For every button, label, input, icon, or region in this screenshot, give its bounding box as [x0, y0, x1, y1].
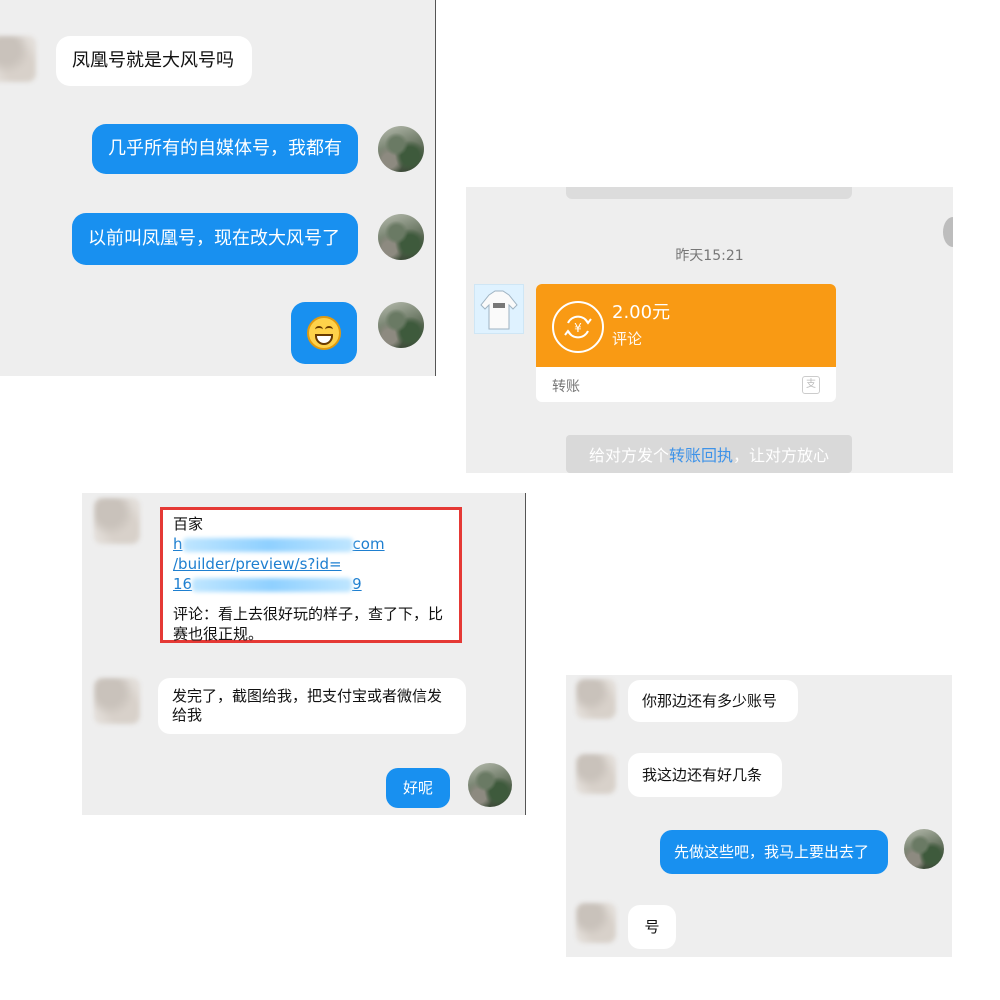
- avatar[interactable]: [378, 302, 424, 348]
- message-text: 凤凰号就是大风号吗: [72, 49, 234, 71]
- message-bubble: 号: [628, 905, 676, 949]
- tip-text: ，让对方放心: [733, 446, 830, 465]
- link-text: 9: [352, 575, 362, 593]
- timestamp: 昨天15:21: [675, 248, 744, 264]
- message-bubble: [291, 302, 357, 364]
- tip-text: 给对方发个: [588, 446, 669, 465]
- share-link-line[interactable]: 16 9: [173, 574, 449, 594]
- transfer-card-header: ¥ 2.00元 评论: [536, 284, 836, 367]
- chat-panel-3: 百家 h com /builder/preview/s?id= 16 9 评论：看上…: [82, 493, 526, 815]
- app-logo-icon: 支: [802, 376, 820, 394]
- avatar[interactable]: [378, 126, 424, 172]
- redacted-blur: [182, 537, 353, 552]
- message-text: 发完了，截图给我，把支付宝或者微信发给我: [172, 687, 443, 724]
- transfer-card[interactable]: ¥ 2.00元 评论 转账 支: [536, 284, 836, 402]
- side-handle-icon[interactable]: [943, 217, 953, 247]
- hoodie-icon: [480, 290, 518, 330]
- message-bubble: 你那边还有多少账号: [628, 680, 798, 722]
- message-text: 几乎所有的自媒体号，我都有: [108, 137, 342, 159]
- transfer-footer-label: 转账: [552, 379, 580, 395]
- divider: [435, 0, 436, 376]
- link-text[interactable]: /builder/preview/s?id=: [173, 554, 449, 574]
- chat-panel-1: 凤凰号就是大风号吗 几乎所有的自媒体号，我都有 以前叫凤凰号，现在改大风号了: [0, 0, 436, 376]
- message-bubble: 几乎所有的自媒体号，我都有: [92, 124, 358, 174]
- link-text: 16: [173, 575, 193, 593]
- redacted-blur: [192, 577, 353, 592]
- divider: [525, 493, 526, 815]
- message-text: 好呢: [402, 778, 433, 797]
- message-text: 号: [644, 917, 660, 936]
- avatar[interactable]: [378, 214, 424, 260]
- message-text: 你那边还有多少账号: [642, 691, 778, 710]
- share-card-comment: 评论：看上去很好玩的样子，查了下，比赛也很正规。: [173, 605, 444, 643]
- message-text: 以前叫凤凰号，现在改大风号了: [88, 227, 340, 249]
- previous-notice-bar: [566, 187, 852, 199]
- transfer-note: 评论: [612, 330, 643, 348]
- message-text: 我这边还有好几条: [642, 765, 763, 784]
- transfer-amount: 2.00元: [612, 302, 671, 323]
- chat-panel-2: 昨天15:21 ¥ 2.00元 评论 转账 支 给对方发个 转账回执 ，让对方放…: [466, 187, 953, 473]
- avatar[interactable]: [474, 284, 524, 334]
- avatar[interactable]: [576, 679, 616, 719]
- share-card-title: 百家: [173, 515, 204, 533]
- link-text: com: [352, 535, 385, 553]
- transfer-icon: ¥: [552, 301, 604, 353]
- message-bubble: 好呢: [386, 768, 450, 808]
- avatar[interactable]: [0, 36, 36, 82]
- avatar[interactable]: [94, 498, 140, 544]
- avatar[interactable]: [468, 763, 512, 807]
- avatar[interactable]: [94, 678, 140, 724]
- avatar[interactable]: [576, 754, 616, 794]
- grin-emoji-icon: [307, 316, 341, 350]
- message-bubble: 我这边还有好几条: [628, 753, 782, 797]
- avatar[interactable]: [904, 829, 944, 869]
- message-bubble: 凤凰号就是大风号吗: [56, 36, 252, 86]
- chat-panel-4: 你那边还有多少账号 我这边还有好几条 先做这些吧，我马上要出去了 号: [566, 675, 952, 957]
- message-text: 先做这些吧，我马上要出去了: [674, 842, 870, 861]
- transfer-receipt-tip[interactable]: 给对方发个 转账回执 ，让对方放心: [566, 435, 852, 473]
- message-bubble: 先做这些吧，我马上要出去了: [660, 830, 888, 874]
- share-card[interactable]: 百家 h com /builder/preview/s?id= 16 9 评论：看上…: [160, 507, 462, 643]
- transfer-receipt-link[interactable]: 转账回执: [669, 442, 733, 466]
- message-bubble: 以前叫凤凰号，现在改大风号了: [72, 213, 358, 265]
- avatar[interactable]: [576, 903, 616, 943]
- share-link[interactable]: h com: [173, 534, 449, 554]
- svg-text:¥: ¥: [574, 321, 582, 335]
- message-bubble: 发完了，截图给我，把支付宝或者微信发给我: [158, 678, 466, 734]
